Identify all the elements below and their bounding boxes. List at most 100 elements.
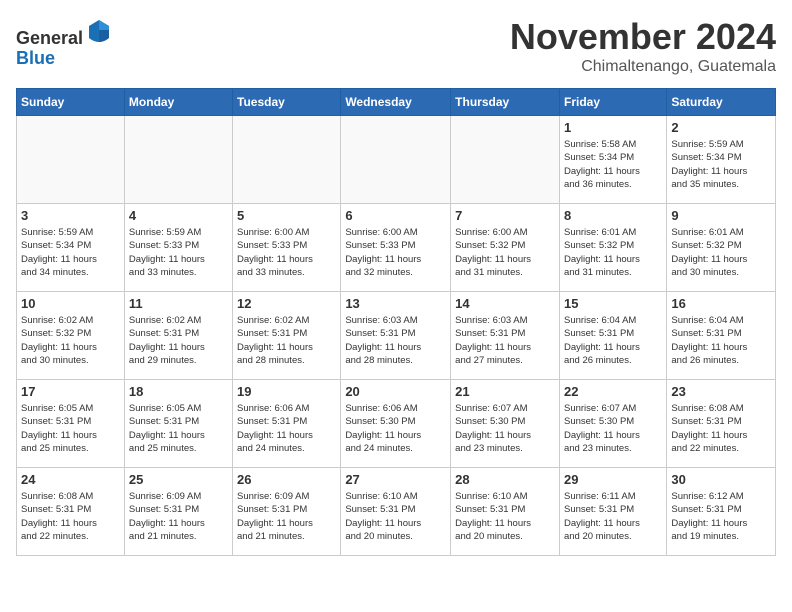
calendar-cell (451, 116, 560, 204)
calendar-cell: 21Sunrise: 6:07 AM Sunset: 5:30 PM Dayli… (451, 380, 560, 468)
calendar-cell: 7 Sunrise: 6:00 AM Sunset: 5:32 PM Daylig… (451, 204, 560, 292)
day-info: Sunrise: 6:10 AM Sunset: 5:31 PM Dayligh… (455, 490, 555, 543)
day-number: 1 (564, 120, 662, 135)
calendar-cell: 12 Sunrise: 6:02 AM Sunset: 5:31 PM Dayli… (233, 292, 341, 380)
weekday-header: Monday (124, 89, 232, 116)
day-info: Sunrise: 6:10 AM Sunset: 5:31 PM Dayligh… (345, 490, 446, 543)
weekday-header-row: SundayMondayTuesdayWednesdayThursdayFrid… (17, 89, 776, 116)
day-info: Sunrise: 6:06 AM Sunset: 5:30 PM Dayligh… (345, 402, 446, 455)
day-number: 24 (21, 472, 120, 487)
calendar-cell: 23Sunrise: 6:08 AM Sunset: 5:31 PM Dayli… (667, 380, 776, 468)
day-number: 10 (21, 296, 120, 311)
weekday-header: Saturday (667, 89, 776, 116)
calendar-cell: 24 Sunrise: 6:08 AM Sunset: 5:31 PM Dayli… (17, 468, 125, 556)
day-info: Sunrise: 6:00 AM Sunset: 5:32 PM Dayligh… (455, 226, 555, 279)
day-number: 14 (455, 296, 555, 311)
title-section: November 2024 Chimaltenango, Guatemala (510, 16, 776, 76)
day-info: Sunrise: 6:09 AM Sunset: 5:31 PM Dayligh… (129, 490, 228, 543)
calendar-week-row: 10 Sunrise: 6:02 AM Sunset: 5:32 PM Dayli… (17, 292, 776, 380)
day-info: Sunrise: 6:03 AM Sunset: 5:31 PM Dayligh… (345, 314, 446, 367)
day-info: Sunrise: 5:58 AM Sunset: 5:34 PM Dayligh… (564, 138, 662, 191)
month-title: November 2024 (510, 16, 776, 58)
day-number: 11 (129, 296, 228, 311)
location: Chimaltenango, Guatemala (510, 58, 776, 76)
day-number: 7 (455, 208, 555, 223)
calendar-cell: 30Sunrise: 6:12 AM Sunset: 5:31 PM Dayli… (667, 468, 776, 556)
calendar-cell (341, 116, 451, 204)
day-number: 3 (21, 208, 120, 223)
day-info: Sunrise: 5:59 AM Sunset: 5:34 PM Dayligh… (671, 138, 771, 191)
calendar-week-row: 3 Sunrise: 5:59 AM Sunset: 5:34 PM Daylig… (17, 204, 776, 292)
calendar-cell: 25 Sunrise: 6:09 AM Sunset: 5:31 PM Dayli… (124, 468, 232, 556)
logo-blue-text: Blue (16, 48, 55, 68)
calendar-week-row: 17 Sunrise: 6:05 AM Sunset: 5:31 PM Dayli… (17, 380, 776, 468)
day-info: Sunrise: 6:07 AM Sunset: 5:30 PM Dayligh… (455, 402, 555, 455)
calendar-cell (17, 116, 125, 204)
day-info: Sunrise: 6:08 AM Sunset: 5:31 PM Dayligh… (21, 490, 120, 543)
calendar-cell: 1 Sunrise: 5:58 AM Sunset: 5:34 PM Daylig… (559, 116, 666, 204)
day-number: 26 (237, 472, 336, 487)
day-info: Sunrise: 6:05 AM Sunset: 5:31 PM Dayligh… (129, 402, 228, 455)
calendar-cell: 8 Sunrise: 6:01 AM Sunset: 5:32 PM Daylig… (559, 204, 666, 292)
calendar-cell: 15 Sunrise: 6:04 AM Sunset: 5:31 PM Dayli… (559, 292, 666, 380)
day-number: 12 (237, 296, 336, 311)
day-number: 8 (564, 208, 662, 223)
calendar-cell: 19Sunrise: 6:06 AM Sunset: 5:31 PM Dayli… (233, 380, 341, 468)
day-number: 9 (671, 208, 771, 223)
day-number: 25 (129, 472, 228, 487)
day-number: 18 (129, 384, 228, 399)
calendar-cell: 16 Sunrise: 6:04 AM Sunset: 5:31 PM Dayli… (667, 292, 776, 380)
weekday-header: Tuesday (233, 89, 341, 116)
calendar-cell (233, 116, 341, 204)
weekday-header: Wednesday (341, 89, 451, 116)
calendar-cell: 28Sunrise: 6:10 AM Sunset: 5:31 PM Dayli… (451, 468, 560, 556)
calendar-cell: 14 Sunrise: 6:03 AM Sunset: 5:31 PM Dayli… (451, 292, 560, 380)
day-number: 6 (345, 208, 446, 223)
calendar-cell: 3 Sunrise: 5:59 AM Sunset: 5:34 PM Daylig… (17, 204, 125, 292)
calendar-cell: 5 Sunrise: 6:00 AM Sunset: 5:33 PM Daylig… (233, 204, 341, 292)
day-number: 19 (237, 384, 336, 399)
weekday-header: Friday (559, 89, 666, 116)
day-number: 5 (237, 208, 336, 223)
day-number: 27 (345, 472, 446, 487)
day-number: 20 (345, 384, 446, 399)
day-number: 17 (21, 384, 120, 399)
day-number: 13 (345, 296, 446, 311)
calendar-cell: 26 Sunrise: 6:09 AM Sunset: 5:31 PM Dayli… (233, 468, 341, 556)
day-info: Sunrise: 6:04 AM Sunset: 5:31 PM Dayligh… (671, 314, 771, 367)
calendar-cell: 13 Sunrise: 6:03 AM Sunset: 5:31 PM Dayli… (341, 292, 451, 380)
day-number: 2 (671, 120, 771, 135)
day-info: Sunrise: 5:59 AM Sunset: 5:33 PM Dayligh… (129, 226, 228, 279)
calendar-cell: 29 Sunrise: 6:11 AM Sunset: 5:31 PM Dayli… (559, 468, 666, 556)
day-number: 22 (564, 384, 662, 399)
day-info: Sunrise: 6:02 AM Sunset: 5:31 PM Dayligh… (237, 314, 336, 367)
day-info: Sunrise: 6:09 AM Sunset: 5:31 PM Dayligh… (237, 490, 336, 543)
day-info: Sunrise: 6:04 AM Sunset: 5:31 PM Dayligh… (564, 314, 662, 367)
day-number: 4 (129, 208, 228, 223)
day-info: Sunrise: 5:59 AM Sunset: 5:34 PM Dayligh… (21, 226, 120, 279)
day-info: Sunrise: 6:01 AM Sunset: 5:32 PM Dayligh… (564, 226, 662, 279)
calendar-week-row: 1 Sunrise: 5:58 AM Sunset: 5:34 PM Daylig… (17, 116, 776, 204)
calendar-cell: 22 Sunrise: 6:07 AM Sunset: 5:30 PM Dayli… (559, 380, 666, 468)
day-info: Sunrise: 6:02 AM Sunset: 5:32 PM Dayligh… (21, 314, 120, 367)
day-info: Sunrise: 6:11 AM Sunset: 5:31 PM Dayligh… (564, 490, 662, 543)
calendar-cell: 2 Sunrise: 5:59 AM Sunset: 5:34 PM Daylig… (667, 116, 776, 204)
day-number: 29 (564, 472, 662, 487)
day-info: Sunrise: 6:00 AM Sunset: 5:33 PM Dayligh… (345, 226, 446, 279)
calendar-cell: 6 Sunrise: 6:00 AM Sunset: 5:33 PM Daylig… (341, 204, 451, 292)
day-number: 16 (671, 296, 771, 311)
page-header: General Blue November 2024 Chimaltenango… (16, 16, 776, 76)
calendar-cell: 9 Sunrise: 6:01 AM Sunset: 5:32 PM Daylig… (667, 204, 776, 292)
day-info: Sunrise: 6:03 AM Sunset: 5:31 PM Dayligh… (455, 314, 555, 367)
day-info: Sunrise: 6:00 AM Sunset: 5:33 PM Dayligh… (237, 226, 336, 279)
calendar-cell: 17Sunrise: 6:05 AM Sunset: 5:31 PM Dayli… (17, 380, 125, 468)
calendar-cell: 11Sunrise: 6:02 AM Sunset: 5:31 PM Dayli… (124, 292, 232, 380)
day-info: Sunrise: 6:12 AM Sunset: 5:31 PM Dayligh… (671, 490, 771, 543)
day-info: Sunrise: 6:07 AM Sunset: 5:30 PM Dayligh… (564, 402, 662, 455)
day-number: 23 (671, 384, 771, 399)
calendar-week-row: 24 Sunrise: 6:08 AM Sunset: 5:31 PM Dayli… (17, 468, 776, 556)
calendar-cell: 20 Sunrise: 6:06 AM Sunset: 5:30 PM Dayli… (341, 380, 451, 468)
logo-icon (85, 16, 113, 44)
day-number: 15 (564, 296, 662, 311)
day-info: Sunrise: 6:01 AM Sunset: 5:32 PM Dayligh… (671, 226, 771, 279)
